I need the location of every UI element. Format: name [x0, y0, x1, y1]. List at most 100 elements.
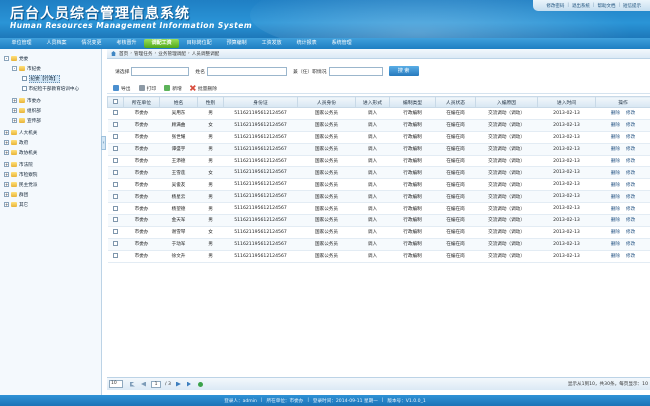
- edit-row-link[interactable]: 修改: [626, 195, 635, 200]
- table-row[interactable]: 市委办 杨望德男 511621195612124567 国家公务员 调入 行政编制 在编在岗…: [107, 202, 650, 216]
- edit-row-link[interactable]: 修改: [626, 183, 635, 188]
- tree-item[interactable]: 纪委【行政】: [22, 74, 61, 83]
- tree-item[interactable]: + 市法院: [4, 161, 33, 168]
- nav-item-salary[interactable]: 调配工资: [144, 39, 180, 48]
- nav-item-budget[interactable]: 预算编制: [219, 39, 254, 48]
- expand-icon[interactable]: +: [12, 118, 17, 123]
- delete-row-link[interactable]: 删除: [611, 111, 620, 116]
- last-page-icon[interactable]: [186, 381, 191, 387]
- delete-row-link[interactable]: 删除: [611, 159, 620, 164]
- sidebar-collapse-button[interactable]: ‹: [101, 136, 106, 150]
- edit-row-link[interactable]: 修改: [626, 171, 635, 176]
- edit-row-link[interactable]: 修改: [626, 111, 635, 116]
- table-row[interactable]: 市委办 张世耀男 511621195612124567 国家公务员 调入 行政编制 在编在岗…: [107, 131, 650, 144]
- delete-row-link[interactable]: 删除: [611, 147, 620, 152]
- delete-row-link[interactable]: 删除: [611, 123, 620, 128]
- row-checkbox[interactable]: [113, 229, 118, 235]
- change-password-link[interactable]: 修改密码: [543, 3, 567, 9]
- row-checkbox[interactable]: [113, 205, 118, 211]
- position-input[interactable]: [328, 66, 383, 76]
- tree-item[interactable]: + 政府: [4, 139, 28, 146]
- nav-item-changes[interactable]: 情况变更: [74, 39, 109, 48]
- delete-row-link[interactable]: 删除: [611, 242, 620, 247]
- delete-row-link[interactable]: 删除: [611, 183, 620, 188]
- row-checkbox[interactable]: [113, 241, 118, 247]
- delete-row-link[interactable]: 删除: [611, 230, 620, 235]
- select-all-checkbox-cell[interactable]: [107, 96, 124, 108]
- delete-row-link[interactable]: 删除: [611, 207, 620, 212]
- table-row[interactable]: 市委办 金天军男 511621195612124567 国家公务员 调入 行政编制 在编在岗…: [107, 214, 650, 227]
- row-checkbox[interactable]: [113, 146, 118, 152]
- row-checkbox[interactable]: [113, 253, 118, 259]
- delete-row-link[interactable]: 删除: [611, 218, 620, 223]
- tree-item[interactable]: + 市检察院: [4, 171, 37, 178]
- row-checkbox[interactable]: [113, 181, 118, 187]
- breadcrumb-item[interactable]: 业务管理调配: [158, 51, 186, 57]
- edit-row-link[interactable]: 修改: [626, 254, 635, 259]
- tree-item[interactable]: + 民主党派: [4, 181, 37, 188]
- nav-item-assessment[interactable]: 考核晋升: [109, 39, 144, 48]
- expand-icon[interactable]: +: [12, 98, 17, 103]
- row-checkbox[interactable]: [113, 158, 118, 163]
- sms-link[interactable]: 短信提示: [620, 3, 644, 9]
- row-checkbox[interactable]: [113, 110, 118, 116]
- tree-item[interactable]: + 人大机关: [4, 129, 37, 136]
- row-checkbox[interactable]: [113, 134, 118, 140]
- expand-icon[interactable]: +: [4, 130, 9, 135]
- export-button[interactable]: 导出: [113, 85, 131, 92]
- row-checkbox[interactable]: [113, 193, 118, 199]
- page-size-select[interactable]: 10: [109, 380, 123, 388]
- help-link[interactable]: 帮助文档: [594, 3, 618, 9]
- unit-input[interactable]: [131, 66, 190, 76]
- tree-item[interactable]: + 组织部: [12, 107, 41, 114]
- expand-icon[interactable]: +: [4, 202, 9, 207]
- table-row[interactable]: 市委办 吴用东男 511621195612124567 国家公务员 调入 行政编制 在编在岗…: [107, 107, 650, 120]
- search-button[interactable]: 搜 索: [388, 66, 419, 76]
- delete-row-link[interactable]: 删除: [611, 195, 620, 200]
- edit-row-link[interactable]: 修改: [626, 123, 635, 128]
- select-all-checkbox[interactable]: [113, 99, 118, 104]
- table-row[interactable]: 市委办 谢雪琴女 511621195612124567 国家公务员 调入 行政编制 在编在岗…: [107, 226, 650, 239]
- edit-row-link[interactable]: 修改: [626, 147, 635, 152]
- table-row[interactable]: 市委办 王添德男 511621195612124567 国家公务员 调入 行政编制 在编在岗…: [107, 155, 650, 168]
- delete-row-link[interactable]: 删除: [611, 171, 620, 176]
- table-row[interactable]: 市委办 王雪莲女 511621195612124567 国家公务员 调入 行政编制 在编在岗…: [107, 166, 650, 180]
- tree-item[interactable]: + 群团: [4, 191, 28, 198]
- delete-row-link[interactable]: 删除: [611, 254, 620, 259]
- tree-item[interactable]: - 市纪委: [12, 65, 41, 72]
- refresh-icon[interactable]: [197, 381, 203, 387]
- collapse-icon[interactable]: -: [12, 66, 17, 71]
- edit-row-link[interactable]: 修改: [626, 135, 635, 140]
- collapse-icon[interactable]: -: [4, 56, 9, 61]
- tree-item[interactable]: + 市委办: [12, 97, 41, 104]
- row-checkbox[interactable]: [113, 217, 118, 223]
- edit-row-link[interactable]: 修改: [626, 207, 635, 212]
- edit-row-link[interactable]: 修改: [626, 159, 635, 164]
- name-input[interactable]: [207, 66, 288, 76]
- table-row[interactable]: 市委办 顾满曲女 511621195612124567 国家公务员 调入 行政编制 在编在岗…: [107, 119, 650, 132]
- nav-item-positions[interactable]: 目标岗位配: [179, 39, 219, 48]
- edit-row-link[interactable]: 修改: [626, 218, 635, 223]
- next-page-icon[interactable]: [175, 381, 181, 387]
- prev-page-icon[interactable]: [141, 381, 146, 387]
- nav-item-payroll[interactable]: 工资发放: [254, 39, 289, 48]
- delete-row-link[interactable]: 删除: [611, 135, 620, 140]
- edit-row-link[interactable]: 修改: [626, 242, 635, 247]
- add-button[interactable]: 新增: [164, 85, 182, 92]
- batch-delete-button[interactable]: 批量删除: [189, 85, 217, 92]
- first-page-icon[interactable]: [130, 381, 135, 387]
- nav-item-units[interactable]: 单位管理: [4, 39, 39, 48]
- tree-item[interactable]: + 宣传部: [12, 117, 41, 124]
- expand-icon[interactable]: +: [4, 182, 9, 187]
- expand-icon[interactable]: +: [4, 192, 9, 197]
- table-row[interactable]: 市委办 吴俊友男 511621195612124567 国家公务员 调入 行政编制 在编在岗…: [107, 178, 650, 192]
- table-row[interactable]: 市委办 杨星云男 511621195612124567 国家公务员 调入 行政编制 在编在岗…: [107, 190, 650, 204]
- tree-item[interactable]: - 党委: [4, 55, 28, 62]
- table-row[interactable]: 市委办 徐文升男 511621195612124567 国家公务员 调入 行政编制 在编在岗…: [107, 250, 650, 263]
- nav-item-archives[interactable]: 人员档案: [39, 39, 74, 48]
- expand-icon[interactable]: +: [4, 140, 9, 145]
- nav-item-system[interactable]: 系统管理: [324, 39, 359, 48]
- expand-icon[interactable]: +: [4, 172, 9, 177]
- tree-item[interactable]: + 其它: [4, 201, 28, 208]
- tree-item[interactable]: + 政协机关: [4, 149, 37, 156]
